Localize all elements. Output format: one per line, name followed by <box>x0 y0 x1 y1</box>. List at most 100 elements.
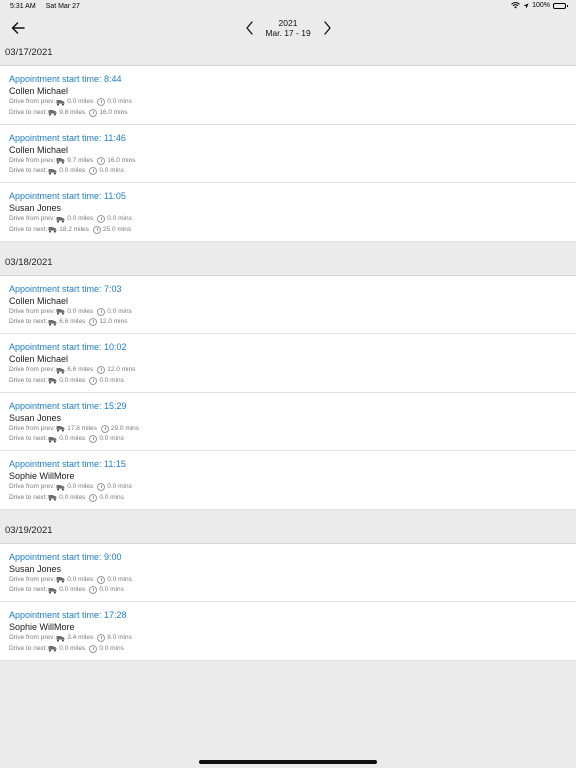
clock-icon <box>89 318 98 327</box>
drive-to-miles: 0.0 miles <box>59 376 86 384</box>
appointment-start-time[interactable]: Appointment start time: 17:28 <box>9 609 567 621</box>
drive-to-mins: 12.0 mins <box>99 318 128 325</box>
drive-to-mins: 0.0 mins <box>99 376 124 384</box>
appointment-card[interactable]: Appointment start time: 8:44 Collen Micha… <box>0 66 576 125</box>
appointment-start-time[interactable]: Appointment start time: 11:05 <box>9 190 567 202</box>
drive-from-miles: 0.0 miles <box>67 98 94 105</box>
drive-from-label: Drive from prev: <box>9 215 56 222</box>
status-time: 5:31 AM <box>10 3 36 10</box>
truck-icon <box>48 319 57 326</box>
drive-from-mins: 0.0 mins <box>107 483 132 490</box>
clock-icon <box>92 225 101 234</box>
drive-to-miles: 0.0 miles <box>59 586 86 593</box>
drive-from-miles: 9.7 miles <box>67 156 94 164</box>
clock-icon <box>89 376 98 385</box>
drive-to-next: Drive to next: 0.0 miles 0.0 mins <box>9 376 567 387</box>
drive-from-mins: 29.0 mins <box>110 424 140 432</box>
truck-icon <box>48 436 57 443</box>
drive-from-mins: 8.0 mins <box>107 634 132 641</box>
drive-from-mins: 0.0 mins <box>107 575 132 583</box>
drive-to-mins: 0.0 mins <box>99 586 124 593</box>
previous-range-button[interactable] <box>242 18 256 38</box>
appointment-card[interactable]: Appointment start time: 7:03 Collen Micha… <box>0 275 576 334</box>
date-header: 03/18/2021 <box>0 252 576 276</box>
appointment-start-time[interactable]: Appointment start time: 9:00 <box>9 551 567 563</box>
drive-to-next: Drive to next: 0.0 miles 0.0 mins <box>9 493 567 504</box>
drive-to-next: Drive to next: 6.6 miles 12.0 mins <box>9 317 567 328</box>
drive-to-mins: 0.0 mins <box>99 493 124 501</box>
appointment-start-time[interactable]: Appointment start time: 8:44 <box>9 73 567 85</box>
clock-icon <box>97 634 106 643</box>
back-button[interactable] <box>8 18 28 38</box>
drive-from-miles: 0.0 miles <box>67 307 94 315</box>
appointment-start-time[interactable]: Appointment start time: 15:29 <box>9 400 567 412</box>
drive-to-label: Drive to next: <box>9 318 48 325</box>
drive-to-label: Drive to next: <box>9 493 48 501</box>
drive-to-next: Drive to next: 0.0 miles 0.0 mins <box>9 644 567 655</box>
drive-to-mins: 16.0 mins <box>99 108 128 116</box>
appointment-card[interactable]: Appointment start time: 17:28 Sophie Will… <box>0 602 576 661</box>
client-name: Collen Michael <box>9 144 69 155</box>
drive-to-miles: 18.2 miles <box>59 225 89 233</box>
clock-icon <box>97 366 106 375</box>
truck-icon <box>48 168 57 175</box>
appointment-start-time[interactable]: Appointment start time: 11:46 <box>9 132 567 144</box>
drive-to-mins: 25.0 mins <box>102 225 132 233</box>
drive-from-label: Drive from prev: <box>9 424 56 432</box>
next-range-button[interactable] <box>320 18 334 38</box>
drive-from-miles: 0.0 miles <box>67 215 94 222</box>
drive-from-label: Drive from prev: <box>9 156 56 164</box>
clock-icon <box>97 156 106 165</box>
drive-to-label: Drive to next: <box>9 586 48 593</box>
clock-icon <box>89 167 98 176</box>
appointment-start-time[interactable]: Appointment start time: 11:15 <box>9 458 567 470</box>
drive-to-miles: 0.0 miles <box>59 435 86 442</box>
appointment-card[interactable]: Appointment start time: 11:46 Collen Mich… <box>0 124 576 183</box>
drive-to-label: Drive to next: <box>9 108 48 116</box>
appointment-card[interactable]: Appointment start time: 10:02 Collen Mich… <box>0 334 576 393</box>
location-icon <box>523 3 529 8</box>
clock-icon <box>97 215 106 224</box>
battery-percent: 100% <box>532 2 550 9</box>
drive-from-prev: Drive from prev: 0.0 miles 0.0 mins <box>9 307 567 318</box>
drive-to-next: Drive to next: 18.2 miles 25.0 mins <box>9 225 567 236</box>
client-name: Susan Jones <box>9 203 62 213</box>
drive-to-miles: 6.6 miles <box>59 318 86 325</box>
client-name: Collen Michael <box>9 86 69 96</box>
drive-from-label: Drive from prev: <box>9 98 56 105</box>
truck-icon <box>48 377 57 384</box>
truck-icon <box>56 635 65 642</box>
drive-to-miles: 9.8 miles <box>59 108 86 116</box>
truck-icon <box>48 645 57 652</box>
drive-from-mins: 0.0 mins <box>107 307 132 315</box>
status-date: Sat Mar 27 <box>45 3 80 10</box>
truck-icon <box>56 576 65 583</box>
truck-icon <box>48 109 57 116</box>
drive-from-prev: Drive from prev: 3.4 miles 8.0 mins <box>9 633 567 644</box>
appointment-start-time[interactable]: Appointment start time: 10:02 <box>9 341 567 353</box>
home-indicator <box>199 760 377 764</box>
drive-from-label: Drive from prev: <box>9 307 56 315</box>
drive-from-miles: 0.0 miles <box>67 575 94 583</box>
clock-icon <box>89 586 98 595</box>
appointment-card[interactable]: Appointment start time: 11:15 Sophie Will… <box>0 451 576 510</box>
appointment-start-time[interactable]: Appointment start time: 7:03 <box>9 283 567 295</box>
drive-from-miles: 0.0 miles <box>67 483 94 490</box>
drive-to-label: Drive to next: <box>9 225 48 233</box>
appointment-card[interactable]: Appointment start time: 11:05 Susan Jones… <box>0 183 576 242</box>
chevron-left-icon <box>245 21 253 35</box>
client-name: Collen Michael <box>9 354 69 364</box>
appointment-card[interactable]: Appointment start time: 15:29 Susan Jones… <box>0 392 576 451</box>
status-bar: 5:31 AM Sat Mar 27 100% <box>0 0 576 14</box>
clock-icon <box>89 644 98 653</box>
drive-to-label: Drive to next: <box>9 376 48 384</box>
truck-icon <box>56 308 65 315</box>
drive-to-mins: 0.0 mins <box>99 435 124 442</box>
wifi-icon <box>511 2 520 9</box>
appointment-card[interactable]: Appointment start time: 9:00 Susan Jones D… <box>0 543 576 602</box>
schedule-list[interactable]: 03/17/2021 Appointment start time: 8:44 Co… <box>0 42 576 661</box>
drive-from-prev: Drive from prev: 9.7 miles 16.0 mins <box>9 156 567 167</box>
truck-icon <box>48 226 57 233</box>
clock-icon <box>89 493 98 502</box>
drive-to-mins: 0.0 mins <box>99 644 124 652</box>
